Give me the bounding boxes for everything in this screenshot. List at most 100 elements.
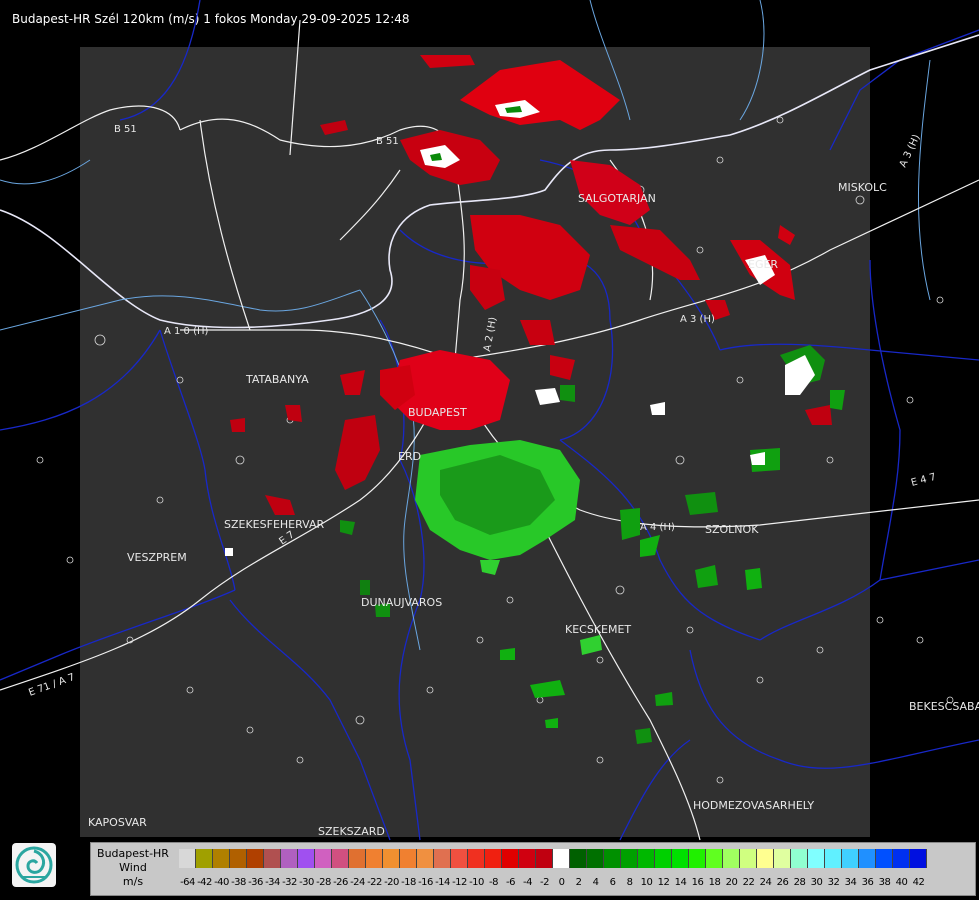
legend-swatch (553, 849, 570, 868)
legend-tick-label: -28 (316, 877, 331, 888)
legend-tick-label: -12 (452, 877, 467, 888)
legend-swatch (706, 849, 723, 868)
legend-swatch (196, 849, 213, 868)
legend-tick-label: -64 (180, 877, 195, 888)
legend-tick-label: 16 (691, 877, 704, 888)
legend-tick-label: 14 (674, 877, 687, 888)
legend-swatch (230, 849, 247, 868)
legend-swatch (825, 849, 842, 868)
legend-swatch (621, 849, 638, 868)
legend-ticks: -64 -42 -40 -38 -36 -34 -32 -30 -28 -26 -24 -22 -20-… (179, 877, 927, 888)
city-label: KECSKEMET (565, 623, 631, 636)
legend-tick-label: 28 (793, 877, 806, 888)
city-label: SALGOTARJAN (578, 192, 656, 205)
legend-swatch (400, 849, 417, 868)
legend-tick-label: -38 (231, 877, 246, 888)
legend-swatch (604, 849, 621, 868)
legend-swatch (791, 849, 808, 868)
legend-tick-label: 18 (708, 877, 721, 888)
legend-swatch (366, 849, 383, 868)
legend-swatch (434, 849, 451, 868)
legend-tick-label: 4 (592, 877, 599, 888)
legend-tick-label: -4 (523, 877, 532, 888)
legend-tick-label: 10 (640, 877, 653, 888)
road-label: B 51 (376, 136, 399, 147)
legend-tick-label: 40 (895, 877, 908, 888)
legend-unit: m/s (122, 875, 144, 888)
legend-swatch (587, 849, 604, 868)
legend-tick-label: 12 (657, 877, 670, 888)
city-label: BEKESCSABA (909, 700, 979, 713)
legend-tick-label: -10 (469, 877, 484, 888)
legend-tick-label: -26 (333, 877, 348, 888)
legend-tick-label: -6 (506, 877, 515, 888)
legend-swatch (298, 849, 315, 868)
legend-tick-label: -24 (350, 877, 365, 888)
legend-swatch (740, 849, 757, 868)
road-label: A 4 (H) (640, 522, 675, 533)
legend-swatch (876, 849, 893, 868)
radar-map[interactable]: SALGOTARJAN MISKOLC EGER TATABANYA BUDAP… (0, 0, 979, 900)
met-service-logo (12, 843, 56, 887)
legend-swatch (349, 849, 366, 868)
road-label: A 1 0 (H) (164, 326, 209, 337)
city-label: TATABANYA (245, 373, 309, 386)
city-label: ERD (398, 450, 421, 463)
legend-tick-label: -16 (418, 877, 433, 888)
legend-swatch (842, 849, 859, 868)
legend-tick-label: 8 (626, 877, 633, 888)
legend-tick-label: 36 (861, 877, 874, 888)
legend-swatch (264, 849, 281, 868)
city-label: DUNAUJVAROS (361, 596, 442, 609)
legend-tick-label: 42 (912, 877, 925, 888)
legend-tick-label: -8 (489, 877, 498, 888)
legend-swatch (723, 849, 740, 868)
legend-swatch (655, 849, 672, 868)
legend-tick-label: 30 (810, 877, 823, 888)
legend-tick-label: -42 (197, 877, 212, 888)
road-label: A 3 (H) (680, 314, 715, 325)
legend-swatch (672, 849, 689, 868)
legend-tick-label: 34 (844, 877, 857, 888)
city-label: BUDAPEST (408, 406, 467, 419)
legend-swatch (859, 849, 876, 868)
legend-swatch (315, 849, 332, 868)
legend-tick-label: 32 (827, 877, 840, 888)
legend-tick-label: -34 (265, 877, 280, 888)
legend-tick-label: 26 (776, 877, 789, 888)
legend-radar-name: Budapest-HR (97, 847, 169, 860)
city-label: SZOLNOK (705, 523, 759, 536)
color-legend: Budapest-HR Wind m/s -64 -42 -40 -38 -36 -34-… (90, 842, 976, 896)
city-label: SZEKESFEHERVAR (224, 518, 325, 531)
legend-swatch (332, 849, 349, 868)
legend-swatch (638, 849, 655, 868)
legend-swatch (213, 849, 230, 868)
city-label: HODMEZOVASARHELY (693, 799, 814, 812)
legend-quantity: Wind (119, 861, 147, 874)
legend-swatch (468, 849, 485, 868)
legend-swatch (570, 849, 587, 868)
legend-title: Budapest-HR Wind m/s (93, 847, 173, 889)
legend-swatch (485, 849, 502, 868)
city-label: VESZPREM (127, 551, 187, 564)
legend-swatch (502, 849, 519, 868)
legend-swatch (910, 849, 927, 868)
legend-swatches (179, 849, 927, 868)
legend-swatch (451, 849, 468, 868)
legend-swatch (179, 849, 196, 868)
legend-swatch (519, 849, 536, 868)
city-label: SZEKSZARD (318, 825, 385, 838)
legend-swatch (383, 849, 400, 868)
city-label: EGER (748, 258, 778, 271)
legend-swatch (417, 849, 434, 868)
legend-tick-label: -36 (248, 877, 263, 888)
legend-swatch (808, 849, 825, 868)
city-label: MISKOLC (838, 181, 887, 194)
legend-swatch (281, 849, 298, 868)
legend-tick-label: 6 (609, 877, 616, 888)
legend-swatch (247, 849, 264, 868)
legend-swatch (774, 849, 791, 868)
road-label: E 4 7 (910, 472, 937, 489)
legend-swatch (757, 849, 774, 868)
legend-tick-label: 22 (742, 877, 755, 888)
